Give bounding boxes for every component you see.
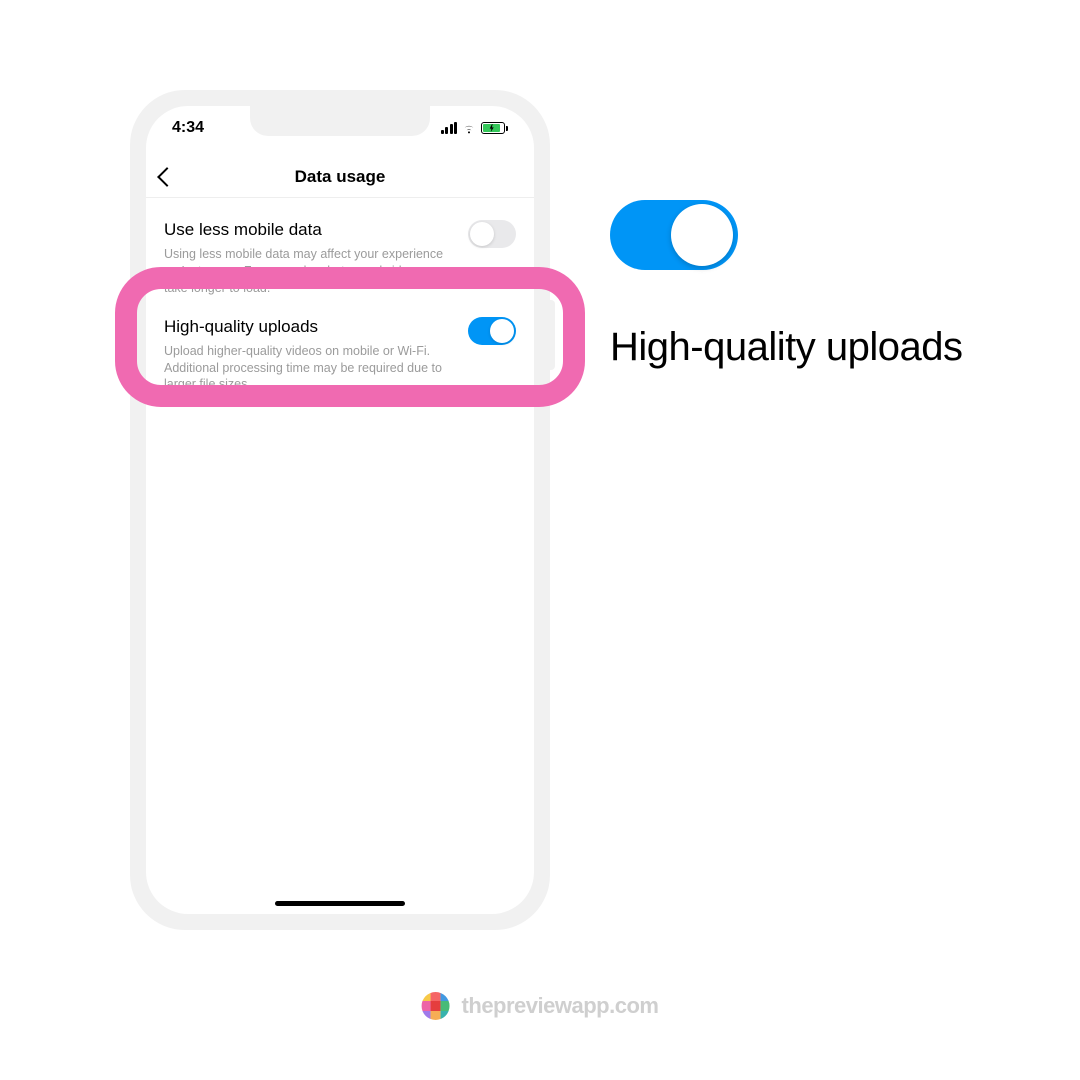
page-title: Data usage xyxy=(295,167,386,187)
toggle-knob xyxy=(490,319,514,343)
callout: High-quality uploads xyxy=(610,200,1030,370)
toggle-high-quality-uploads[interactable] xyxy=(468,317,516,345)
nav-header: Data usage xyxy=(146,156,534,198)
cellular-signal-icon xyxy=(441,122,458,134)
footer-text: thepreviewapp.com xyxy=(462,993,659,1019)
row-high-quality-uploads: High-quality uploads Upload higher-quali… xyxy=(164,311,516,408)
callout-toggle-knob xyxy=(671,204,733,266)
callout-label: High-quality uploads xyxy=(610,325,1030,370)
toggle-knob xyxy=(470,222,494,246)
battery-icon xyxy=(481,122,508,134)
callout-toggle-icon xyxy=(610,200,738,270)
row-use-less-data: Use less mobile data Using less mobile d… xyxy=(164,214,516,311)
status-right xyxy=(441,120,509,136)
settings-list: Use less mobile data Using less mobile d… xyxy=(146,204,534,407)
toggle-use-less-data[interactable] xyxy=(468,220,516,248)
phone-screen: 4:34 Data us xyxy=(146,106,534,914)
row-title: High-quality uploads xyxy=(164,317,516,337)
wifi-icon xyxy=(461,120,477,136)
home-indicator xyxy=(275,901,405,906)
status-time: 4:34 xyxy=(172,119,204,137)
back-arrow-icon[interactable] xyxy=(157,167,177,187)
row-desc: Upload higher-quality videos on mobile o… xyxy=(164,343,516,394)
phone-notch xyxy=(250,106,430,136)
preview-app-logo-icon xyxy=(422,992,450,1020)
row-desc: Using less mobile data may affect your e… xyxy=(164,246,516,297)
phone-frame: 4:34 Data us xyxy=(130,90,550,930)
row-title: Use less mobile data xyxy=(164,220,516,240)
footer-watermark: thepreviewapp.com xyxy=(422,992,659,1020)
